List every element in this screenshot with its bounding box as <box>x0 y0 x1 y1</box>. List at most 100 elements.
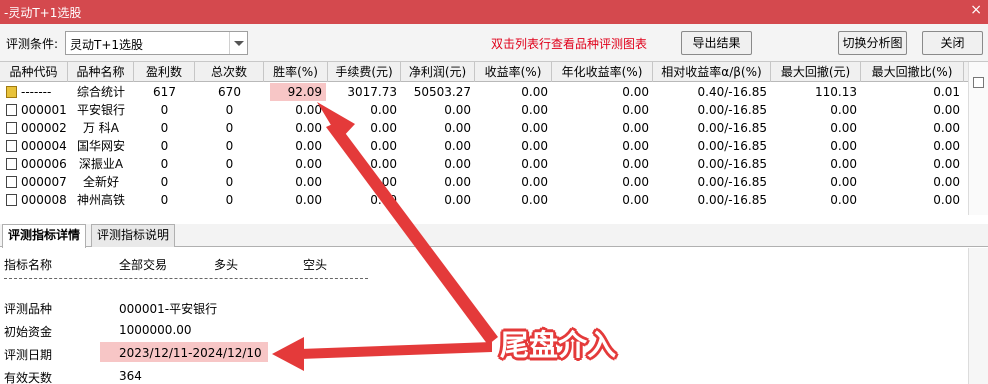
detail-panel: 指标名称 全部交易 多头 空头 评测品种 000001-平安银行 初始资金 10… <box>0 248 968 384</box>
cell-total: 0 <box>225 139 234 153</box>
window-title: -灵动T+1选股 <box>4 6 82 20</box>
cell-profit: 0.00 <box>444 193 471 207</box>
cell-code: ------- <box>6 83 70 101</box>
cell-win: 0 <box>160 193 169 207</box>
table-row[interactable]: 000004 国华网安 0 0 0.00 0.00 0.00 0.00 0.00… <box>0 137 968 155</box>
cell-annual: 0.00 <box>622 139 649 153</box>
cell-return: 0.00 <box>521 157 548 171</box>
window-titlebar: -灵动T+1选股 × <box>0 0 988 24</box>
cell-win: 0 <box>160 157 169 171</box>
col-header-fee[interactable]: 手续费(元) <box>328 62 401 82</box>
detail-label: 初始资金 <box>4 325 53 339</box>
table-row-summary[interactable]: ------- 综合统计 617 670 92.09 3017.73 50503… <box>0 83 968 101</box>
file-icon <box>6 194 17 206</box>
condition-label: 评测条件: <box>6 37 59 51</box>
table-row[interactable]: 000001 平安银行 0 0 0.00 0.00 0.00 0.00 0.00… <box>0 101 968 119</box>
cell-fee: 0.00 <box>370 121 397 135</box>
cell-drawdown-ratio: 0.00 <box>933 175 960 189</box>
cell-drawdown-ratio: 0.00 <box>933 103 960 117</box>
col-header-drawdown-ratio[interactable]: 最大回撤比(%) <box>861 62 964 82</box>
export-button[interactable]: 导出结果 <box>681 31 752 55</box>
table-row[interactable]: 000006 深振业A 0 0 0.00 0.00 0.00 0.00 0.00… <box>0 155 968 173</box>
cell-total: 0 <box>225 157 234 171</box>
tab-metric-description[interactable]: 评测指标说明 <box>91 224 176 247</box>
cell-total: 0 <box>225 193 234 207</box>
cell-fee: 0.00 <box>370 139 397 153</box>
cell-profit: 0.00 <box>444 175 471 189</box>
col-header-win[interactable]: 盈利数 <box>134 62 195 82</box>
cell-profit: 50503.27 <box>413 85 471 99</box>
cell-total: 0 <box>225 175 234 189</box>
table-scrollbar[interactable] <box>968 62 988 215</box>
cell-fee: 0.00 <box>370 157 397 171</box>
cell-name: 综合统计 <box>76 85 125 99</box>
detail-value: 2023/12/11-2024/12/10 <box>119 346 262 360</box>
window-close-icon[interactable]: × <box>970 2 982 18</box>
cell-total: 0 <box>225 103 234 117</box>
col-header-alpha[interactable]: 相对收益率α/β(%) <box>653 62 771 82</box>
cell-name: 万 科A <box>82 121 120 135</box>
cell-drawdown: 0.00 <box>830 193 857 207</box>
cell-rate: 0.00 <box>295 175 322 189</box>
cell-fee: 0.00 <box>370 175 397 189</box>
detail-value: 364 <box>119 369 142 383</box>
col-header-rate[interactable]: 胜率(%) <box>264 62 328 82</box>
cell-code: 000006 <box>6 155 70 173</box>
cell-drawdown-ratio: 0.00 <box>933 157 960 171</box>
condition-select[interactable]: 灵动T+1选股 <box>65 31 248 55</box>
cell-drawdown: 110.13 <box>815 85 857 99</box>
condition-select-value: 灵动T+1选股 <box>70 38 144 52</box>
col-header-name[interactable]: 品种名称 <box>68 62 134 82</box>
switch-chart-button[interactable]: 切换分析图 <box>838 31 907 55</box>
col-header-return[interactable]: 收益率(%) <box>475 62 552 82</box>
chevron-down-icon[interactable] <box>229 32 247 54</box>
table-header: 品种代码 品种名称 盈利数 总次数 胜率(%) 手续费(元) 净利润(元) 收益… <box>0 62 968 82</box>
detail-label: 评测日期 <box>4 348 53 362</box>
col-header-drawdown[interactable]: 最大回撤(元) <box>771 62 861 82</box>
cell-name: 全新好 <box>82 175 119 189</box>
cell-annual: 0.00 <box>622 193 649 207</box>
cell-profit: 0.00 <box>444 157 471 171</box>
cell-return: 0.00 <box>521 121 548 135</box>
cell-alpha: 0.40/-16.85 <box>697 85 767 99</box>
cell-drawdown: 0.00 <box>830 103 857 117</box>
folder-icon <box>6 86 17 98</box>
checkbox-icon[interactable] <box>973 77 984 88</box>
cell-code: 000008 <box>6 191 70 209</box>
cell-total: 670 <box>218 85 241 99</box>
cell-name: 神州高铁 <box>76 193 125 207</box>
cell-win: 0 <box>160 139 169 153</box>
col-header-total[interactable]: 总次数 <box>195 62 264 82</box>
cell-name: 深振业A <box>78 157 124 171</box>
col-header-profit[interactable]: 净利润(元) <box>401 62 475 82</box>
col-header-code[interactable]: 品种代码 <box>0 62 68 82</box>
col-header-annual[interactable]: 年化收益率(%) <box>552 62 653 82</box>
cell-profit: 0.00 <box>444 121 471 135</box>
close-button[interactable]: 关闭 <box>922 31 983 55</box>
detail-col-all: 全部交易 <box>119 258 168 272</box>
cell-annual: 0.00 <box>622 157 649 171</box>
cell-fee: 0.00 <box>370 103 397 117</box>
table-row[interactable]: 000008 神州高铁 0 0 0.00 0.00 0.00 0.00 0.00… <box>0 191 968 209</box>
cell-return: 0.00 <box>521 103 548 117</box>
table-row[interactable]: 000007 全新好 0 0 0.00 0.00 0.00 0.00 0.00 … <box>0 173 968 191</box>
cell-drawdown: 0.00 <box>830 157 857 171</box>
cell-name: 国华网安 <box>76 139 125 153</box>
cell-profit: 0.00 <box>444 103 471 117</box>
cell-win: 0 <box>160 103 169 117</box>
cell-annual: 0.00 <box>622 121 649 135</box>
cell-alpha: 0.00/-16.85 <box>697 121 767 135</box>
results-table: 品种代码 品种名称 盈利数 总次数 胜率(%) 手续费(元) 净利润(元) 收益… <box>0 62 968 215</box>
detail-label: 评测品种 <box>4 302 53 316</box>
detail-scrollbar[interactable] <box>968 248 988 384</box>
detail-col-name: 指标名称 <box>4 258 53 272</box>
cell-rate: 0.00 <box>295 193 322 207</box>
detail-col-short: 空头 <box>303 258 328 272</box>
cell-rate: 0.00 <box>295 139 322 153</box>
cell-drawdown-ratio: 0.01 <box>933 85 960 99</box>
detail-col-long: 多头 <box>214 258 239 272</box>
table-row[interactable]: 000002 万 科A 0 0 0.00 0.00 0.00 0.00 0.00… <box>0 119 968 137</box>
cell-return: 0.00 <box>521 193 548 207</box>
tab-metric-details[interactable]: 评测指标详情 <box>2 224 87 248</box>
cell-return: 0.00 <box>521 85 548 99</box>
